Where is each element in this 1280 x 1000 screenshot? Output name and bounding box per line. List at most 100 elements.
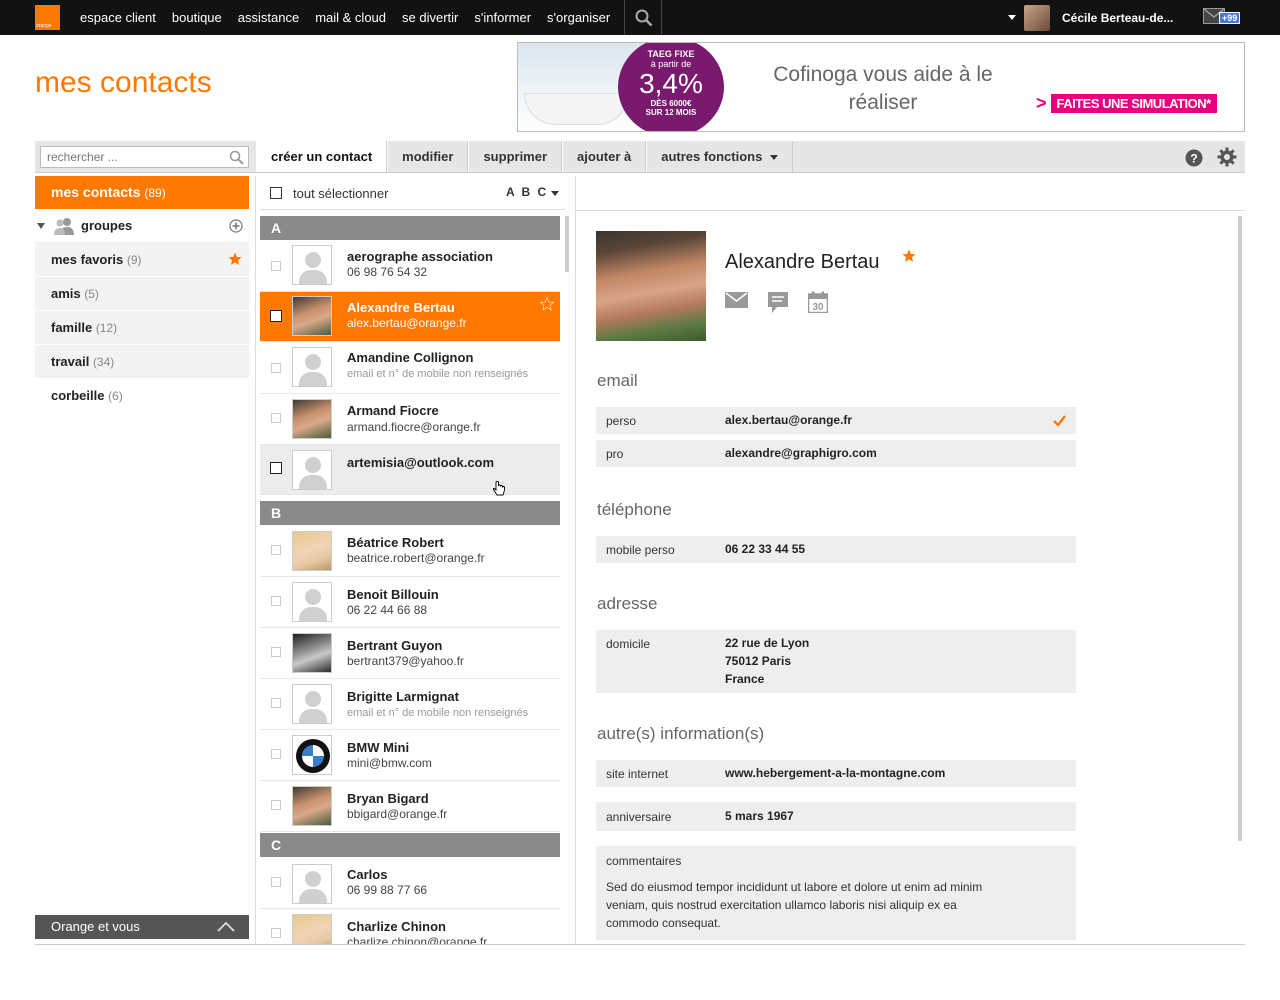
top-navigation: orange espace client boutique assistance… — [0, 0, 1280, 35]
avatar-placeholder-icon — [292, 245, 332, 285]
sidebar-item-amis[interactable]: amis (5) — [35, 277, 249, 311]
chevron-down-icon — [1008, 15, 1016, 20]
letter-header-b: B — [260, 501, 560, 525]
star-icon[interactable] — [540, 297, 554, 311]
nav-s-informer[interactable]: s'informer — [466, 0, 539, 35]
list-header: tout sélectionner A B C — [260, 176, 565, 210]
contact-actions: 30 — [725, 291, 828, 315]
mail-notification[interactable]: +99 — [1203, 8, 1241, 27]
star-icon[interactable] — [902, 249, 916, 263]
sidebar-item-travail[interactable]: travail (34) — [35, 345, 249, 379]
create-contact-button[interactable]: créer un contact — [256, 141, 388, 172]
arrow-right-icon: > — [1036, 93, 1047, 113]
chat-icon[interactable] — [767, 291, 789, 315]
ad-cta-button[interactable]: FAITES UNE SIMULATION* — [1050, 94, 1217, 113]
chevron-down-icon[interactable] — [551, 191, 559, 196]
sort-selector[interactable]: A B C — [506, 185, 548, 199]
detail-scrollbar[interactable] — [1238, 216, 1242, 841]
sidebar-item-famille[interactable]: famille (12) — [35, 311, 249, 345]
row-checkbox[interactable] — [271, 800, 281, 810]
email-perso-field[interactable]: perso alex.bertau@orange.fr — [596, 407, 1076, 434]
contact-search[interactable] — [40, 146, 249, 168]
add-group-icon[interactable] — [229, 219, 243, 233]
orange-logo[interactable]: orange — [35, 5, 60, 30]
page-title: mes contacts — [35, 66, 212, 99]
letter-header-a: A — [260, 216, 560, 240]
row-checkbox[interactable] — [271, 596, 281, 606]
row-checkbox[interactable] — [271, 749, 281, 759]
sidebar-item-all-contacts[interactable]: mes contacts (89) — [35, 176, 249, 209]
email-pro-field[interactable]: pro alexandre@graphigro.com — [596, 440, 1076, 467]
sidebar-item-corbeille[interactable]: corbeille (6) — [35, 379, 249, 413]
toolbar-actions: créer un contact modifier supprimer ajou… — [256, 141, 794, 172]
ad-cta[interactable]: > FAITES UNE SIMULATION* — [1036, 93, 1217, 114]
nav-s-organiser[interactable]: s'organiser — [539, 0, 618, 35]
gear-icon[interactable] — [1217, 147, 1237, 170]
contact-row[interactable]: Amandine Collignon email et n° de mobile… — [260, 342, 560, 394]
contact-row-selected[interactable]: Alexandre Bertau alex.bertau@orange.fr — [260, 292, 560, 342]
birthday-field: anniversaire 5 mars 1967 — [596, 802, 1076, 831]
contact-row[interactable]: BMW Mini mini@bmw.com — [260, 730, 560, 781]
orange-et-vous-panel[interactable]: Orange et vous — [35, 915, 249, 939]
edit-button[interactable]: modifier — [387, 141, 469, 172]
expand-triangle-icon[interactable] — [37, 222, 45, 229]
contact-row-hover[interactable]: artemisia@outlook.com — [260, 445, 560, 496]
contact-row[interactable]: Charlize Chinon charlize.chinon@orange.f… — [260, 909, 560, 944]
row-checkbox[interactable] — [271, 647, 281, 657]
row-checkbox[interactable] — [270, 310, 282, 322]
row-checkbox[interactable] — [270, 462, 282, 474]
divider — [576, 210, 1245, 211]
search-icon[interactable] — [229, 150, 244, 165]
sidebar-groups-header[interactable]: groupes — [35, 209, 249, 243]
contact-photo — [292, 914, 332, 944]
sidebar-item-favoris[interactable]: mes favoris (9) — [35, 243, 249, 277]
list-scrollbar[interactable] — [565, 216, 569, 272]
select-all-checkbox[interactable] — [270, 187, 282, 199]
bmw-logo-icon — [292, 735, 332, 775]
nav-mail-cloud[interactable]: mail & cloud — [307, 0, 394, 35]
select-all-label[interactable]: tout sélectionner — [293, 186, 388, 201]
section-address-title: adresse — [597, 594, 658, 613]
search-input[interactable] — [41, 147, 221, 167]
comments-field: commentaires Sed do eiusmod tempor incid… — [596, 846, 1076, 940]
nav-se-divertir[interactable]: se divertir — [394, 0, 466, 35]
avatar-placeholder-icon — [292, 450, 332, 490]
row-checkbox[interactable] — [271, 363, 281, 373]
address-field[interactable]: domicile 22 rue de Lyon 75012 Paris Fran… — [596, 630, 1076, 693]
contact-row[interactable]: aerographe association 06 98 76 54 32 — [260, 240, 560, 292]
row-checkbox[interactable] — [271, 545, 281, 555]
nav-assistance[interactable]: assistance — [230, 0, 307, 35]
contact-row[interactable]: Béatrice Robert beatrice.robert@orange.f… — [260, 525, 560, 577]
contact-row[interactable]: Armand Fiocre armand.fiocre@orange.fr — [260, 394, 560, 445]
contact-row[interactable]: Bertrant Guyon bertrant379@yahoo.fr — [260, 628, 560, 679]
delete-button[interactable]: supprimer — [468, 141, 563, 172]
help-icon[interactable]: ? — [1185, 149, 1203, 170]
contact-photo — [292, 633, 332, 673]
website-field[interactable]: site internet www.hebergement-a-la-monta… — [596, 760, 1076, 787]
row-checkbox[interactable] — [271, 928, 281, 938]
sidebar: mes contacts (89) groupes mes favoris (9… — [35, 176, 249, 413]
contact-row[interactable]: Bryan Bigard bbigard@orange.fr — [260, 781, 560, 832]
calendar-icon[interactable]: 30 — [808, 291, 828, 313]
star-icon — [228, 252, 242, 265]
nav-boutique[interactable]: boutique — [164, 0, 230, 35]
contact-row[interactable]: Brigitte Larmignat email et n° de mobile… — [260, 679, 560, 730]
nav-espace-client[interactable]: espace client — [72, 0, 164, 35]
contact-row[interactable]: Benoit Billouin 06 22 44 66 88 — [260, 577, 560, 628]
row-checkbox[interactable] — [271, 413, 281, 423]
ad-text: Cofinoga vous aide à le réaliser — [773, 63, 993, 114]
other-functions-button[interactable]: autres fonctions — [646, 141, 794, 172]
avatar-placeholder-icon — [292, 684, 332, 724]
nav-search-button[interactable] — [624, 0, 662, 35]
contact-photo — [292, 296, 332, 336]
mobile-field[interactable]: mobile perso 06 22 33 44 55 — [596, 536, 1076, 563]
mail-icon[interactable] — [725, 291, 748, 309]
row-checkbox[interactable] — [271, 698, 281, 708]
contact-row[interactable]: Carlos 06 99 88 77 66 — [260, 857, 560, 909]
ad-banner[interactable]: TAEG FIXE à partir de 3,4% DÈS 6000€ SUR… — [517, 42, 1245, 132]
row-checkbox[interactable] — [271, 261, 281, 271]
contact-photo — [292, 399, 332, 439]
row-checkbox[interactable] — [271, 877, 281, 887]
add-to-button[interactable]: ajouter à — [562, 141, 647, 172]
user-menu[interactable]: Cécile Berteau-de... — [1008, 0, 1173, 35]
